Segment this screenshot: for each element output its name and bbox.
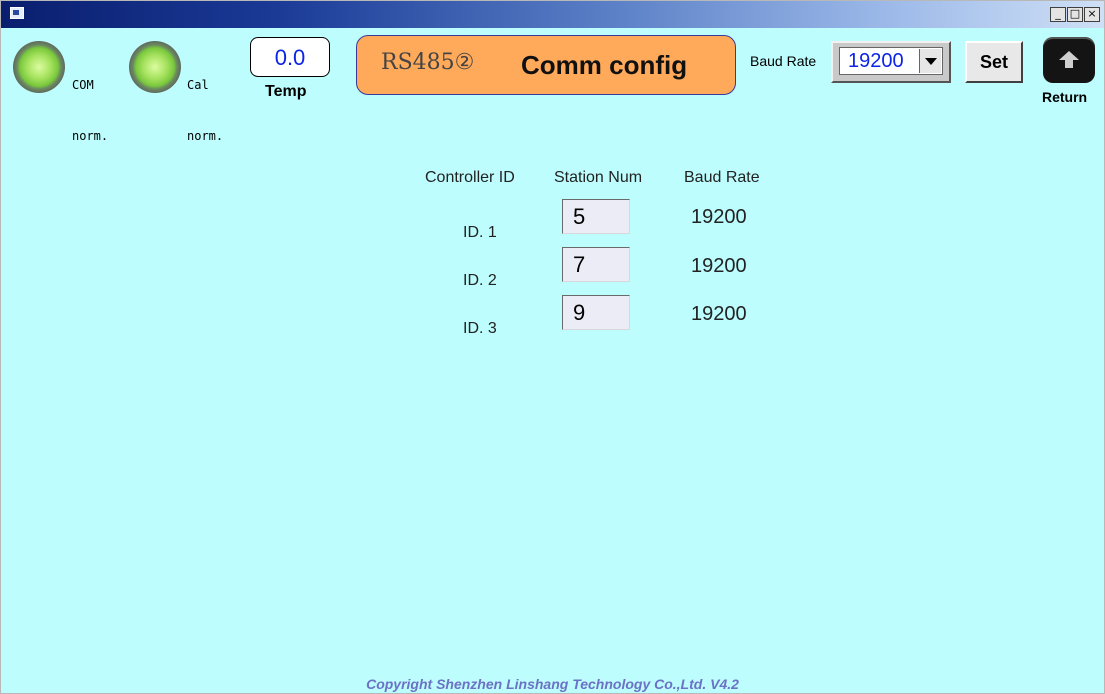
com-status-label: COM norm. (72, 78, 109, 143)
temp-value: 0.0 (250, 37, 330, 77)
app-window: _ □ × COM norm. Cal norm. 0.0 Temp RS485… (0, 0, 1105, 694)
baud-rate-label: Baud Rate (750, 53, 817, 69)
station-num-input-2[interactable]: 7 (562, 247, 630, 282)
com-status-led (13, 41, 65, 93)
row-id-3: ID. 3 (463, 320, 497, 337)
interface-label: RS485② (381, 50, 475, 75)
maximize-icon[interactable]: □ (1067, 7, 1083, 22)
cal-status-led (129, 41, 181, 93)
set-button[interactable]: Set (965, 41, 1023, 83)
station-num-input-1[interactable]: 5 (562, 199, 630, 234)
row-id-2: ID. 2 (463, 272, 497, 289)
row-baud-2: 19200 (691, 255, 747, 277)
copyright-footer: Copyright Shenzhen Linshang Technology C… (366, 676, 739, 692)
header-controller-id: Controller ID (425, 169, 515, 186)
page-banner: RS485② Comm config (356, 35, 736, 95)
temp-label: Temp (265, 83, 307, 100)
row-baud-3: 19200 (691, 303, 747, 325)
chevron-down-icon[interactable] (919, 49, 941, 73)
page-title: Comm config (521, 50, 688, 80)
header-baud-rate: Baud Rate (684, 169, 760, 186)
close-icon[interactable]: × (1084, 7, 1100, 22)
baud-rate-select[interactable]: 19200 (831, 41, 951, 83)
baud-rate-value: 19200 (848, 50, 904, 72)
return-arrow-icon (1059, 51, 1079, 68)
cal-status-label: Cal norm. (187, 78, 224, 143)
window-controls: _ □ × (1050, 7, 1100, 22)
app-icon (10, 7, 24, 19)
row-id-1: ID. 1 (463, 224, 497, 241)
header-station-num: Station Num (554, 169, 643, 186)
station-num-input-3[interactable]: 9 (562, 295, 630, 330)
title-bar: _ □ × (1, 1, 1104, 28)
return-label: Return (1042, 89, 1088, 105)
return-button[interactable] (1043, 37, 1095, 83)
baud-rate-field[interactable]: 19200 (839, 47, 943, 75)
minimize-icon[interactable]: _ (1050, 7, 1066, 22)
row-baud-1: 19200 (691, 206, 747, 228)
